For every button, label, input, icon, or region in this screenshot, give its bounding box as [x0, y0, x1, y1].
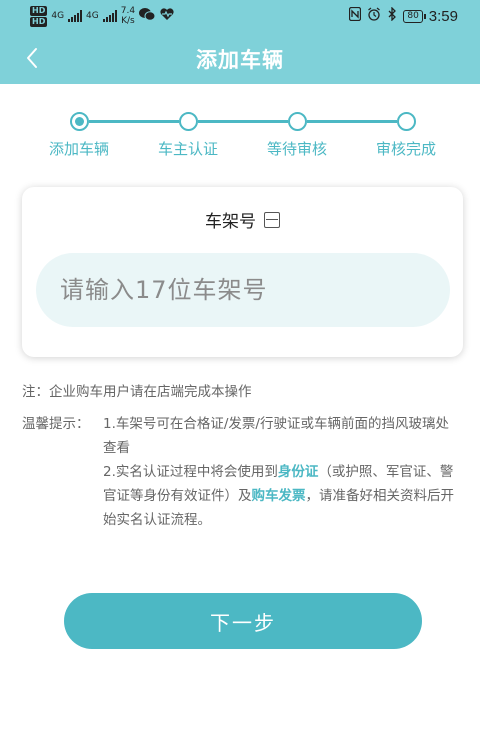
- step-3-indicator: [288, 112, 307, 131]
- tip-1: 1.车架号可在合格证/发票/行驶证或车辆前面的挡风玻璃处查看: [103, 416, 449, 456]
- heart-pulse-icon: [159, 7, 175, 25]
- corporate-note: 注：企业购车用户请在店端完成本操作: [22, 384, 252, 400]
- net-speed-unit: K/s: [121, 16, 135, 26]
- step-connector: [307, 120, 397, 123]
- vin-label-row: 车架号: [22, 207, 463, 232]
- id-card-highlight: 身份证: [277, 464, 319, 480]
- nfc-icon: [349, 6, 362, 25]
- step-1-label: 添加车辆: [48, 140, 109, 158]
- status-right: 80 3:59: [349, 0, 458, 32]
- net-speed-value: 7.4: [120, 6, 136, 16]
- step-3-label: 等待审核: [266, 140, 327, 158]
- step-connector: [198, 120, 288, 123]
- vin-label: 车架号: [205, 212, 256, 232]
- scan-icon[interactable]: [264, 211, 280, 228]
- step-1-indicator: [70, 112, 89, 131]
- network-type-2: 4G: [86, 11, 99, 21]
- battery-icon: 80: [403, 9, 427, 23]
- tip-2-text: 2.实名认证过程中将会使用到: [103, 464, 278, 480]
- step-2-label: 车主认证: [157, 140, 218, 158]
- network-type-1: 4G: [51, 11, 65, 21]
- invoice-highlight: 购车发票: [251, 488, 306, 504]
- clock: 3:59: [428, 7, 458, 25]
- progress-stepper: 添加车辆 车主认证 等待审核 审核完成: [0, 104, 480, 164]
- hd-badge-bottom: HD: [30, 16, 48, 27]
- step-4-label: 审核完成: [375, 140, 436, 158]
- hd-icon: HD HD: [30, 5, 48, 27]
- net-speed: 7.4 K/s: [121, 6, 135, 26]
- signal-icon: [102, 10, 117, 22]
- bluetooth-icon: [387, 6, 397, 25]
- step-2-indicator: [179, 112, 198, 131]
- tips-label: 温馨提示：: [22, 416, 90, 432]
- hd-badge-top: HD: [30, 5, 48, 16]
- wechat-icon: [139, 7, 156, 25]
- next-button[interactable]: 下一步: [64, 593, 422, 649]
- title-bar: 添加车辆: [0, 32, 480, 84]
- page-title: 添加车辆: [196, 48, 284, 72]
- status-bar: HD HD 4G 4G 7.4 K/s 80 3:59: [0, 0, 480, 32]
- status-left: HD HD 4G 4G 7.4 K/s: [30, 2, 175, 30]
- step-4-indicator: [397, 112, 416, 131]
- vin-input[interactable]: [36, 253, 450, 327]
- alarm-icon: [367, 7, 381, 25]
- vin-card: 车架号: [22, 187, 463, 357]
- signal-icon: [68, 10, 83, 22]
- step-connector: [89, 120, 179, 123]
- tips-body: 1.车架号可在合格证/发票/行驶证或车辆前面的挡风玻璃处查看 2.实名认证过程中…: [103, 412, 455, 532]
- tip-2: 2.实名认证过程中将会使用到身份证（或护照、军官证、警官证等身份有效证件）及购车…: [103, 460, 455, 532]
